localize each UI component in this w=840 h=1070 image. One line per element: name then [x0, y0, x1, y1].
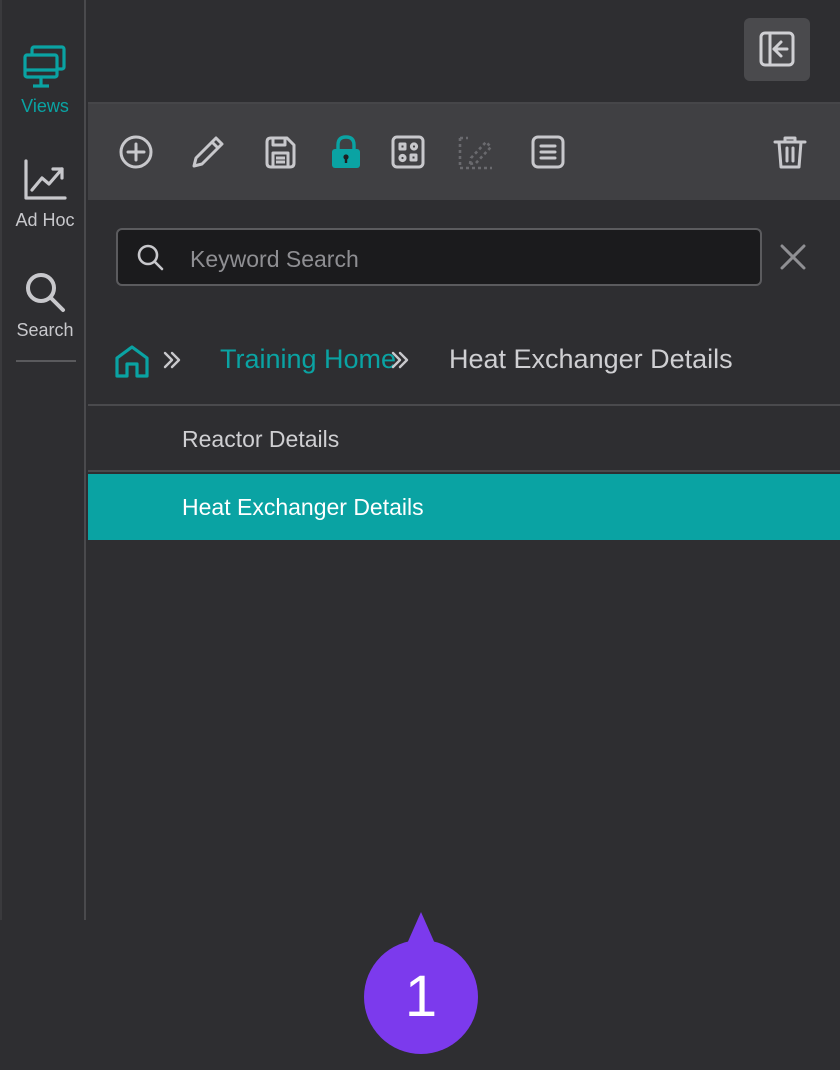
nav-rail: Views Ad Hoc Search	[0, 0, 86, 920]
rail-item-search[interactable]: Search	[2, 270, 88, 341]
rail-item-label: Ad Hoc	[15, 210, 75, 230]
chevron-double-right-icon	[162, 350, 182, 375]
collapse-panel-button[interactable]	[744, 18, 810, 81]
rail-item-label: Views	[21, 96, 69, 116]
rail-item-ad-hoc[interactable]: Ad Hoc	[2, 158, 88, 231]
layout-button[interactable]	[390, 134, 426, 170]
trash-icon	[773, 136, 807, 169]
views-toolbar	[88, 104, 840, 200]
keyword-search-box	[116, 228, 762, 286]
list-item-heat-exchanger-details[interactable]: Heat Exchanger Details	[88, 474, 840, 540]
views-monitor-icon	[23, 45, 66, 88]
chevron-double-right-icon	[390, 350, 410, 375]
save-view-button[interactable]	[262, 134, 298, 170]
layout-icon	[391, 135, 425, 169]
keyword-search-input[interactable]	[188, 240, 752, 278]
breadcrumb-link-training-home[interactable]: Training Home	[220, 344, 396, 375]
trend-chart-icon	[24, 159, 67, 200]
edit-pencil-icon	[192, 136, 224, 168]
list-item-reactor-details[interactable]: Reactor Details	[88, 406, 840, 472]
home-icon	[115, 345, 149, 378]
rail-item-label: Search	[16, 320, 74, 340]
edit-disabled-icon	[458, 136, 493, 170]
panel-header	[88, 0, 840, 104]
clear-search-button[interactable]	[778, 242, 808, 272]
rail-item-views[interactable]: Views	[2, 44, 88, 117]
edit-disabled-button[interactable]	[458, 134, 494, 170]
collapse-left-icon	[759, 31, 795, 67]
step-badge: 1	[364, 912, 478, 1058]
app-window: Views Ad Hoc Search Keyword Search Train…	[0, 0, 840, 920]
search-icon	[137, 244, 164, 271]
breadcrumb-home[interactable]	[114, 344, 150, 383]
step-number: 1	[364, 940, 478, 1054]
add-view-button[interactable]	[118, 134, 154, 170]
search-icon	[26, 273, 65, 312]
rail-divider	[16, 360, 76, 362]
breadcrumb: Training Home Heat Exchanger Details	[114, 340, 834, 380]
add-circle-icon	[119, 135, 153, 169]
save-icon	[265, 136, 296, 169]
lock-view-button[interactable]	[328, 134, 364, 170]
lock-icon	[332, 135, 360, 168]
list-icon	[531, 135, 565, 169]
delete-view-button[interactable]	[772, 134, 808, 170]
breadcrumb-current: Heat Exchanger Details	[449, 344, 733, 374]
close-icon	[780, 244, 806, 270]
edit-view-button[interactable]	[190, 134, 226, 170]
views-panel: Training Home Heat Exchanger Details Rea…	[88, 0, 840, 920]
properties-button[interactable]	[530, 134, 566, 170]
